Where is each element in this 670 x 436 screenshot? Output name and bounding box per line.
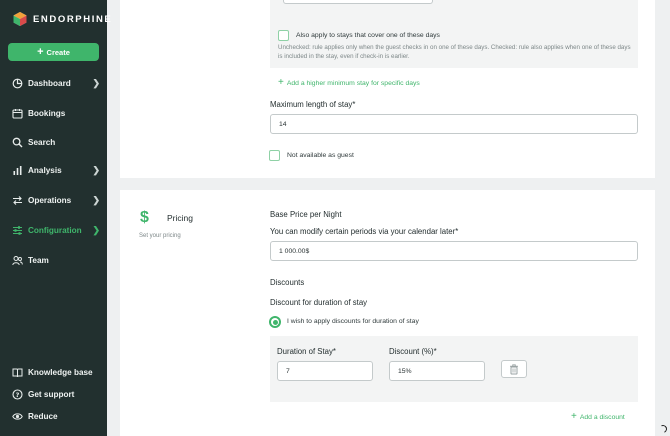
also-apply-help-text: Unchecked: rule applies only when the gu… — [278, 44, 631, 60]
trash-icon — [510, 363, 518, 374]
book-icon — [12, 367, 23, 378]
sidebar-item-bookings[interactable]: Bookings — [12, 105, 100, 121]
delete-discount-button[interactable] — [501, 360, 527, 378]
sidebar-item-get-support[interactable]: ? Get support — [12, 386, 100, 402]
max-length-value: 14 — [279, 120, 287, 128]
base-price-input[interactable]: 1 000.00$ — [270, 241, 638, 261]
sidebar-item-knowledge-base[interactable]: Knowledge base — [12, 364, 100, 380]
discount-label: Discount (%)* — [389, 347, 437, 356]
sidebar: ENDORPHINE + Create Dashboard ❯ Bookings… — [0, 0, 111, 436]
svg-text:?: ? — [16, 391, 20, 399]
discount-input[interactable]: 15% — [389, 361, 485, 381]
duration-input[interactable]: 7 — [277, 361, 373, 381]
brand-logo[interactable]: ENDORPHINE — [12, 11, 112, 27]
sidebar-item-label: Operations — [28, 195, 72, 205]
sidebar-item-analysis[interactable]: Analysis ❯ — [12, 162, 100, 178]
chevron-right-icon: ❯ — [92, 224, 100, 235]
sidebar-item-label: Get support — [28, 389, 75, 399]
create-button[interactable]: + Create — [8, 43, 99, 61]
sliders-icon — [12, 225, 23, 236]
help-icon: ? — [12, 388, 23, 400]
not-available-label: Not available as guest — [287, 152, 354, 159]
eye-icon — [12, 411, 23, 422]
add-discount-link-label: Add a discount — [579, 413, 625, 421]
sidebar-item-dashboard[interactable]: Dashboard ❯ — [12, 75, 100, 91]
modify-periods-label: You can modify certain periods via your … — [270, 227, 459, 236]
add-min-stay-link[interactable]: + Add a higher minimum stay for specific… — [278, 78, 420, 88]
brand-name: ENDORPHINE — [33, 13, 113, 25]
max-length-input[interactable]: 14 — [270, 114, 638, 134]
not-available-checkbox[interactable] — [269, 150, 280, 161]
sidebar-item-label: Team — [28, 255, 49, 265]
also-apply-label: Also apply to stays that cover one of th… — [296, 32, 440, 39]
discount-value: 15% — [398, 367, 412, 375]
check-ring — [271, 318, 279, 326]
pricing-title: Pricing — [167, 213, 193, 223]
chevron-right-icon: ❯ — [92, 164, 100, 175]
base-price-value: 1 000.00$ — [279, 247, 310, 255]
plus-icon: + — [278, 77, 284, 88]
base-price-label: Base Price per Night — [270, 210, 342, 219]
sidebar-item-reduce[interactable]: Reduce — [12, 408, 100, 424]
apply-discounts-label: I wish to apply discounts for duration o… — [287, 318, 419, 325]
team-icon — [12, 255, 23, 266]
pricing-subtitle: Set your pricing — [139, 233, 181, 239]
also-apply-checkbox[interactable] — [278, 30, 289, 41]
sidebar-item-label: Search — [28, 137, 56, 147]
dashboard-icon — [12, 78, 23, 89]
sidebar-item-label: Analysis — [28, 165, 62, 175]
check-dot — [272, 319, 278, 325]
max-length-label: Maximum length of stay* — [270, 100, 356, 109]
plus-icon: + — [37, 45, 44, 58]
plus-icon: + — [571, 411, 577, 422]
arrows-icon — [12, 195, 23, 206]
sidebar-item-configuration[interactable]: Configuration ❯ — [12, 222, 100, 238]
bar-chart-icon — [12, 165, 23, 176]
sidebar-item-team[interactable]: Team — [12, 252, 100, 268]
sidebar-item-label: Bookings — [28, 108, 66, 118]
sidebar-item-label: Configuration — [28, 225, 82, 235]
sidebar-item-label: Reduce — [28, 411, 58, 421]
search-icon — [12, 137, 23, 148]
apply-discounts-checkbox[interactable] — [269, 316, 281, 328]
logo-mark-icon — [13, 12, 27, 26]
loading-spinner-icon — [657, 423, 669, 435]
chevron-right-icon: ❯ — [92, 77, 100, 88]
add-min-stay-link-label: Add a higher minimum stay for specific d… — [286, 79, 420, 87]
calendar-icon — [12, 108, 23, 119]
add-discount-link[interactable]: + Add a discount — [571, 412, 625, 422]
day-selector-field[interactable] — [283, 0, 433, 4]
duration-label: Duration of Stay* — [277, 347, 336, 356]
dollar-icon: $ — [140, 209, 149, 226]
discounts-title: Discounts — [270, 278, 305, 287]
duration-value: 7 — [286, 367, 290, 375]
sidebar-item-operations[interactable]: Operations ❯ — [12, 192, 100, 208]
create-button-label: Create — [46, 47, 70, 57]
chevron-right-icon: ❯ — [92, 194, 100, 205]
duration-discount-title: Discount for duration of stay — [270, 298, 368, 307]
sidebar-item-label: Knowledge base — [28, 367, 93, 377]
sidebar-item-label: Dashboard — [28, 78, 71, 88]
sidebar-item-search[interactable]: Search — [12, 134, 100, 150]
